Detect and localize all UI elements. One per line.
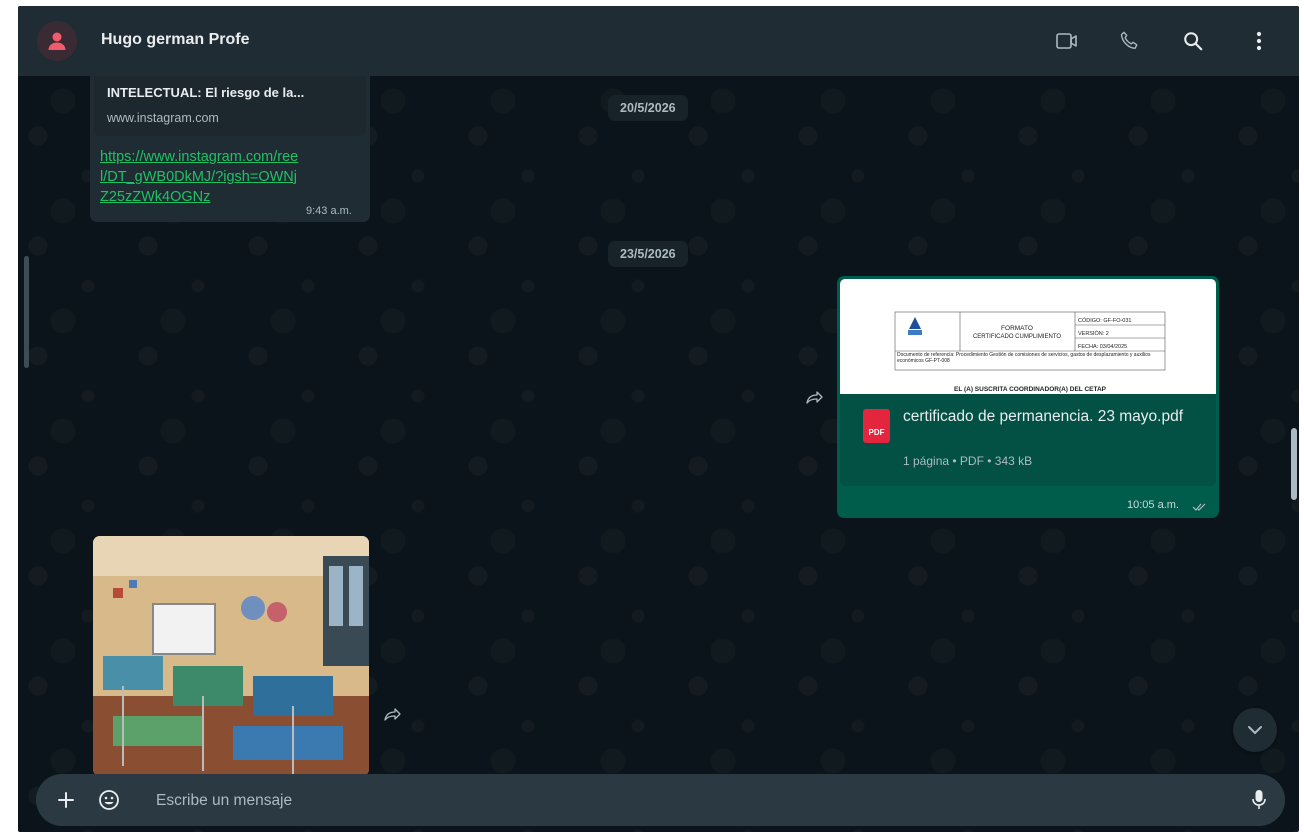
emoji-icon[interactable] [96, 787, 122, 813]
attach-plus-icon[interactable] [54, 788, 78, 812]
video-call-icon[interactable] [1054, 28, 1080, 54]
message-input[interactable] [154, 786, 1208, 816]
pdf-file-icon: PDF [863, 409, 890, 443]
link-message-bubble[interactable]: INTELECTUAL: El riesgo de la... www.inst… [90, 76, 370, 222]
forward-icon[interactable] [801, 385, 827, 411]
message-time: 10:05 a.m. [1127, 499, 1179, 511]
link-preview-title: INTELECTUAL: El riesgo de la... [107, 85, 305, 100]
microphone-icon[interactable] [1246, 787, 1272, 813]
document-message-bubble[interactable]: FORMATO CERTIFICADO CUMPLIMIENTO CÓDIGO:… [837, 276, 1219, 518]
doc-date: FECHA: 03/04/2025 [1078, 344, 1127, 350]
document-info[interactable]: PDF certificado de permanencia. 23 mayo.… [840, 394, 1216, 486]
doc-version: VERSIÓN: 2 [1078, 330, 1109, 337]
doc-format-subtitle: CERTIFICADO CUMPLIMIENTO [973, 334, 1061, 340]
doc-body-heading: EL (A) SUSCRITA COORDINADOR(A) DEL CETAP [954, 386, 1107, 393]
message-link[interactable]: https://www.instagram.com/reel/DT_gWB0Dk… [100, 147, 300, 207]
person-icon [48, 32, 66, 50]
document-thumbnail: FORMATO CERTIFICADO CUMPLIMIENTO CÓDIGO:… [894, 311, 1166, 393]
contact-name[interactable]: Hugo german Profe [101, 31, 249, 49]
doc-code: CÓDIGO: GF-FO-031 [1078, 317, 1131, 324]
doc-format-title: FORMATO [1001, 325, 1033, 332]
menu-icon[interactable] [1246, 28, 1272, 54]
search-icon[interactable] [1180, 28, 1206, 54]
read-receipt-icon [1192, 503, 1206, 511]
message-list[interactable]: INTELECTUAL: El riesgo de la... www.inst… [18, 76, 1299, 776]
voice-call-icon[interactable] [1116, 28, 1142, 54]
document-file-name[interactable]: certificado de permanencia. 23 mayo.pdf [903, 406, 1193, 428]
document-preview[interactable]: FORMATO CERTIFICADO CUMPLIMIENTO CÓDIGO:… [840, 279, 1216, 394]
doc-reference: Documento de referencia: Procedimiento G… [897, 352, 1151, 364]
message-composer[interactable] [36, 774, 1285, 826]
image-message-bubble[interactable] [93, 536, 369, 776]
chat-window: Hugo german Profe INTELECTUAL: El riesgo… [18, 6, 1299, 832]
pdf-badge: PDF [868, 428, 885, 437]
chevron-down-icon [1248, 726, 1262, 735]
date-separator: 23/5/2026 [608, 241, 688, 267]
forward-icon[interactable] [379, 702, 405, 728]
date-separator: 20/5/2026 [608, 95, 688, 121]
chat-header[interactable]: Hugo german Profe [18, 6, 1299, 76]
link-preview-card[interactable]: INTELECTUAL: El riesgo de la... www.inst… [94, 76, 366, 136]
message-time: 9:43 a.m. [306, 205, 352, 217]
right-scrollbar-thumb[interactable] [1291, 428, 1297, 500]
scroll-down-button[interactable] [1233, 708, 1277, 752]
avatar[interactable] [37, 21, 77, 61]
classroom-photo[interactable] [93, 536, 369, 776]
left-scrollbar[interactable] [24, 256, 29, 368]
link-preview-domain: www.instagram.com [107, 111, 219, 125]
document-meta: 1 página • PDF • 343 kB [903, 454, 1033, 468]
